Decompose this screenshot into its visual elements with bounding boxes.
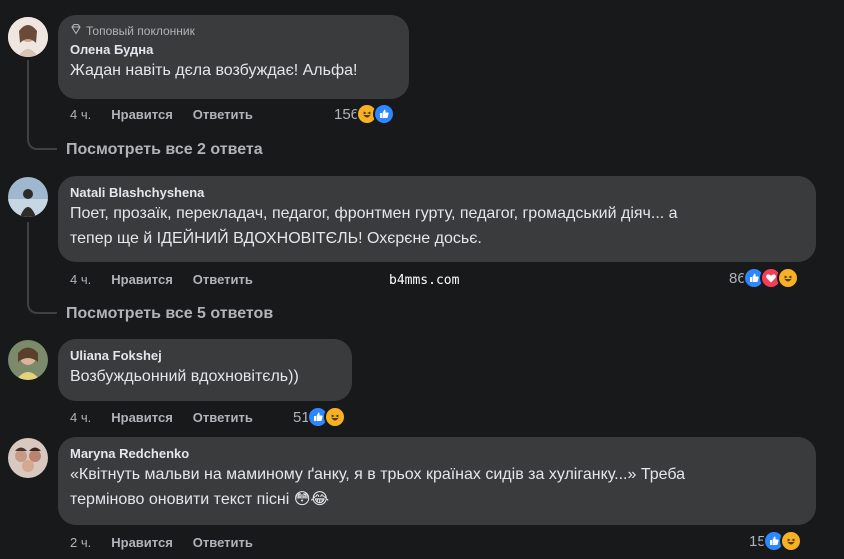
avatar[interactable]	[8, 340, 48, 380]
comment-text: «Квітнуть мальви на маминому ґанку, я в …	[70, 466, 686, 483]
watermark: b4mms.com	[389, 273, 460, 288]
haha-icon	[323, 406, 346, 428]
comment-author[interactable]: Maryna Redchenko	[70, 445, 804, 462]
thread-line	[27, 222, 57, 314]
comment-author[interactable]: Олена Будна	[70, 41, 397, 58]
view-all-replies-button[interactable]: Посмотреть все 5 ответов	[66, 305, 273, 323]
reaction-summary[interactable]: 86	[729, 267, 799, 289]
comment-text: тепер ще й ІДЕЙНИЙ ВДОХНОВІТЄЛЬ! Охєрєне…	[70, 230, 482, 247]
comment-time[interactable]: 4 ч.	[70, 272, 91, 287]
badge-label: Топовый поклонник	[86, 24, 195, 38]
comment-actions: 4 ч. Нравится Ответить	[70, 410, 253, 425]
reply-button[interactable]: Ответить	[193, 410, 253, 425]
comment-actions: 2 ч. Нравится Ответить	[70, 535, 253, 550]
haha-icon	[779, 530, 802, 552]
comment-text: Возбуждьонний вдохновітєль))	[70, 368, 299, 385]
avatar[interactable]	[8, 177, 48, 217]
reply-button[interactable]: Ответить	[193, 107, 253, 122]
like-button[interactable]: Нравится	[111, 410, 173, 425]
reaction-summary[interactable]: 15	[749, 530, 802, 552]
reply-button[interactable]: Ответить	[193, 272, 253, 287]
like-button[interactable]: Нравится	[111, 107, 173, 122]
diamond-icon	[70, 23, 82, 39]
top-fan-badge: Топовый поклонник	[70, 23, 397, 39]
comment-bubble: Топовый поклонник Олена Будна Жадан наві…	[58, 15, 409, 99]
avatar[interactable]	[8, 438, 48, 478]
comment-bubble: Maryna Redchenko «Квітнуть мальви на мам…	[58, 437, 816, 525]
like-button[interactable]: Нравится	[111, 535, 173, 550]
reaction-summary[interactable]: 51	[293, 406, 346, 428]
haha-icon	[776, 267, 799, 289]
avatar[interactable]	[8, 17, 48, 57]
comment-time[interactable]: 4 ч.	[70, 107, 91, 122]
reply-button[interactable]: Ответить	[193, 535, 253, 550]
comment-bubble: Uliana Fokshej Возбуждьонний вдохновітєл…	[58, 339, 352, 401]
comment-author[interactable]: Natali Blashchyshena	[70, 184, 804, 201]
thread-line	[27, 60, 57, 150]
reaction-summary[interactable]: 156	[334, 103, 396, 125]
like-icon	[373, 103, 396, 125]
comment-bubble: Natali Blashchyshena Поет, прозаїк, пере…	[58, 176, 816, 262]
comment-author[interactable]: Uliana Fokshej	[70, 347, 340, 364]
view-all-replies-button[interactable]: Посмотреть все 2 ответа	[66, 141, 263, 159]
comment-time[interactable]: 2 ч.	[70, 535, 91, 550]
comment-actions: 4 ч. Нравится Ответить	[70, 272, 253, 287]
comment-actions: 4 ч. Нравится Ответить	[70, 107, 253, 122]
comment-text: Поет, прозаїк, перекладач, педагог, фрон…	[70, 205, 678, 222]
like-button[interactable]: Нравится	[111, 272, 173, 287]
comment-text: терміново оновити текст пісні 😳😂	[70, 491, 330, 508]
comment-time[interactable]: 4 ч.	[70, 410, 91, 425]
comment-text: Жадан навіть дєла возбуждає! Альфа!	[70, 62, 358, 79]
